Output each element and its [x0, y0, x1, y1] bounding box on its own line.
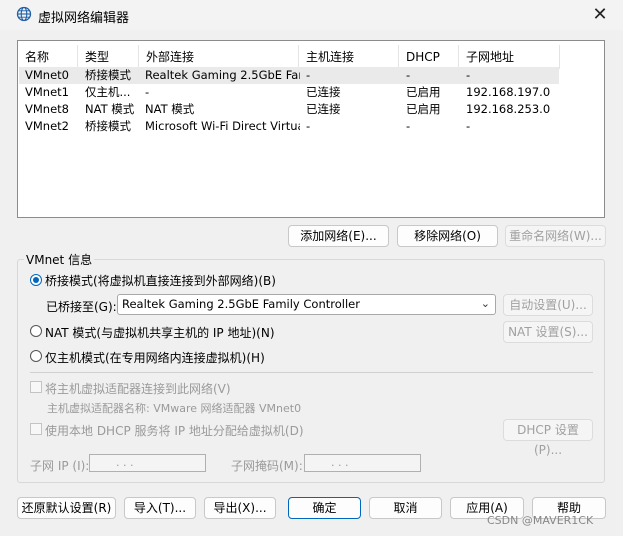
- vmnet-info-title: VMnet 信息: [24, 251, 95, 268]
- add-network-button[interactable]: 添加网络(E)...: [288, 225, 389, 247]
- cell-dhcp: 已启用: [406, 85, 441, 99]
- nat-settings-button[interactable]: NAT 设置(S)...: [503, 321, 593, 343]
- window-title: 虚拟网络编辑器: [38, 11, 130, 26]
- host-only-radio[interactable]: [30, 350, 42, 362]
- cancel-button[interactable]: 取消: [369, 497, 442, 519]
- bridged-to-label: 已桥接至(G):: [46, 300, 117, 314]
- cell-type: 仅主机...: [85, 85, 131, 99]
- cell-host: -: [306, 119, 311, 133]
- table-row[interactable]: VMnet8 NAT 模式 NAT 模式 已连接 已启用 192.168.253…: [19, 101, 559, 118]
- cell-external: Realtek Gaming 2.5GbE Fam...: [145, 68, 300, 82]
- subnet-mask-input[interactable]: . . .: [304, 454, 421, 472]
- column-header-subnet[interactable]: 子网地址: [459, 45, 560, 69]
- auto-settings-button[interactable]: 自动设置(U)...: [503, 294, 593, 316]
- cell-type: 桥接模式: [85, 68, 131, 82]
- column-header-dhcp[interactable]: DHCP: [399, 45, 459, 69]
- restore-defaults-button[interactable]: 还原默认设置(R): [17, 497, 116, 519]
- cell-type: 桥接模式: [85, 119, 131, 133]
- table-row[interactable]: VMnet0 桥接模式 Realtek Gaming 2.5GbE Fam...…: [19, 67, 559, 84]
- bridged-mode-radio[interactable]: [30, 274, 42, 286]
- host-only-label[interactable]: 仅主机模式(在专用网络内连接虚拟机)(H): [45, 349, 265, 366]
- remove-network-button[interactable]: 移除网络(O): [397, 225, 498, 247]
- column-header-external[interactable]: 外部连接: [139, 45, 299, 69]
- network-table[interactable]: 名称 类型 外部连接 主机连接 DHCP 子网地址 VMnet0 桥接模式 Re…: [17, 40, 605, 218]
- cell-dhcp: 已启用: [406, 102, 441, 116]
- cell-name: VMnet0: [25, 68, 69, 82]
- cell-name: VMnet8: [25, 102, 69, 116]
- subnet-ip-label: 子网 IP (I):: [30, 459, 90, 473]
- connect-adapter-checkbox[interactable]: [30, 381, 42, 393]
- column-header-host[interactable]: 主机连接: [299, 45, 399, 69]
- dhcp-settings-button[interactable]: DHCP 设置(P)...: [503, 419, 593, 457]
- dhcp-label[interactable]: 使用本地 DHCP 服务将 IP 地址分配给虚拟机(D): [45, 422, 304, 439]
- rename-network-button[interactable]: 重命名网络(W)...: [505, 225, 606, 247]
- close-icon[interactable]: ✕: [589, 4, 611, 26]
- cell-type: NAT 模式: [85, 102, 135, 116]
- table-row[interactable]: VMnet1 仅主机... - 已连接 已启用 192.168.197.0: [19, 84, 559, 101]
- nat-mode-radio[interactable]: [30, 325, 42, 337]
- subnet-ip-input[interactable]: . . .: [89, 454, 206, 472]
- cell-subnet: 192.168.197.0: [466, 85, 551, 99]
- cell-subnet: -: [466, 68, 471, 82]
- nat-mode-label[interactable]: NAT 模式(与虚拟机共享主机的 IP 地址)(N): [45, 324, 275, 341]
- divider: [30, 372, 593, 373]
- cell-dhcp: -: [406, 119, 411, 133]
- cell-host: 已连接: [306, 102, 341, 116]
- bridged-to-select[interactable]: Realtek Gaming 2.5GbE Family Controller …: [117, 294, 496, 315]
- vmnet-info-group: [17, 259, 605, 483]
- column-header-name[interactable]: 名称: [18, 45, 78, 69]
- cell-dhcp: -: [406, 68, 411, 82]
- cell-name: VMnet1: [25, 85, 69, 99]
- export-button[interactable]: 导出(X)...: [204, 497, 276, 519]
- table-row[interactable]: VMnet2 桥接模式 Microsoft Wi-Fi Direct Virtu…: [19, 118, 559, 135]
- chevron-down-icon: ⌄: [480, 297, 490, 310]
- subnet-mask-label: 子网掩码(M):: [231, 459, 303, 473]
- adapter-name-text: 主机虚拟适配器名称: VMware 网络适配器 VMnet0: [47, 402, 302, 415]
- ok-button[interactable]: 确定: [288, 497, 361, 519]
- watermark: CSDN @MAVER1CK: [487, 514, 594, 527]
- cell-external: NAT 模式: [145, 102, 195, 116]
- cell-external: Microsoft Wi-Fi Direct Virtual...: [145, 119, 300, 133]
- cell-name: VMnet2: [25, 119, 69, 133]
- bridged-to-value: Realtek Gaming 2.5GbE Family Controller: [122, 297, 360, 311]
- bridged-mode-label[interactable]: 桥接模式(将虚拟机直接连接到外部网络)(B): [45, 272, 276, 289]
- dhcp-checkbox[interactable]: [30, 423, 42, 435]
- column-header-type[interactable]: 类型: [78, 45, 139, 69]
- cell-subnet: 192.168.253.0: [466, 102, 551, 116]
- cell-subnet: -: [466, 119, 471, 133]
- cell-external: -: [145, 85, 150, 99]
- globe-icon: [16, 6, 32, 22]
- cell-host: 已连接: [306, 85, 341, 99]
- cell-host: -: [306, 68, 311, 82]
- import-button[interactable]: 导入(T)...: [124, 497, 196, 519]
- connect-adapter-label[interactable]: 将主机虚拟适配器连接到此网络(V): [45, 380, 231, 397]
